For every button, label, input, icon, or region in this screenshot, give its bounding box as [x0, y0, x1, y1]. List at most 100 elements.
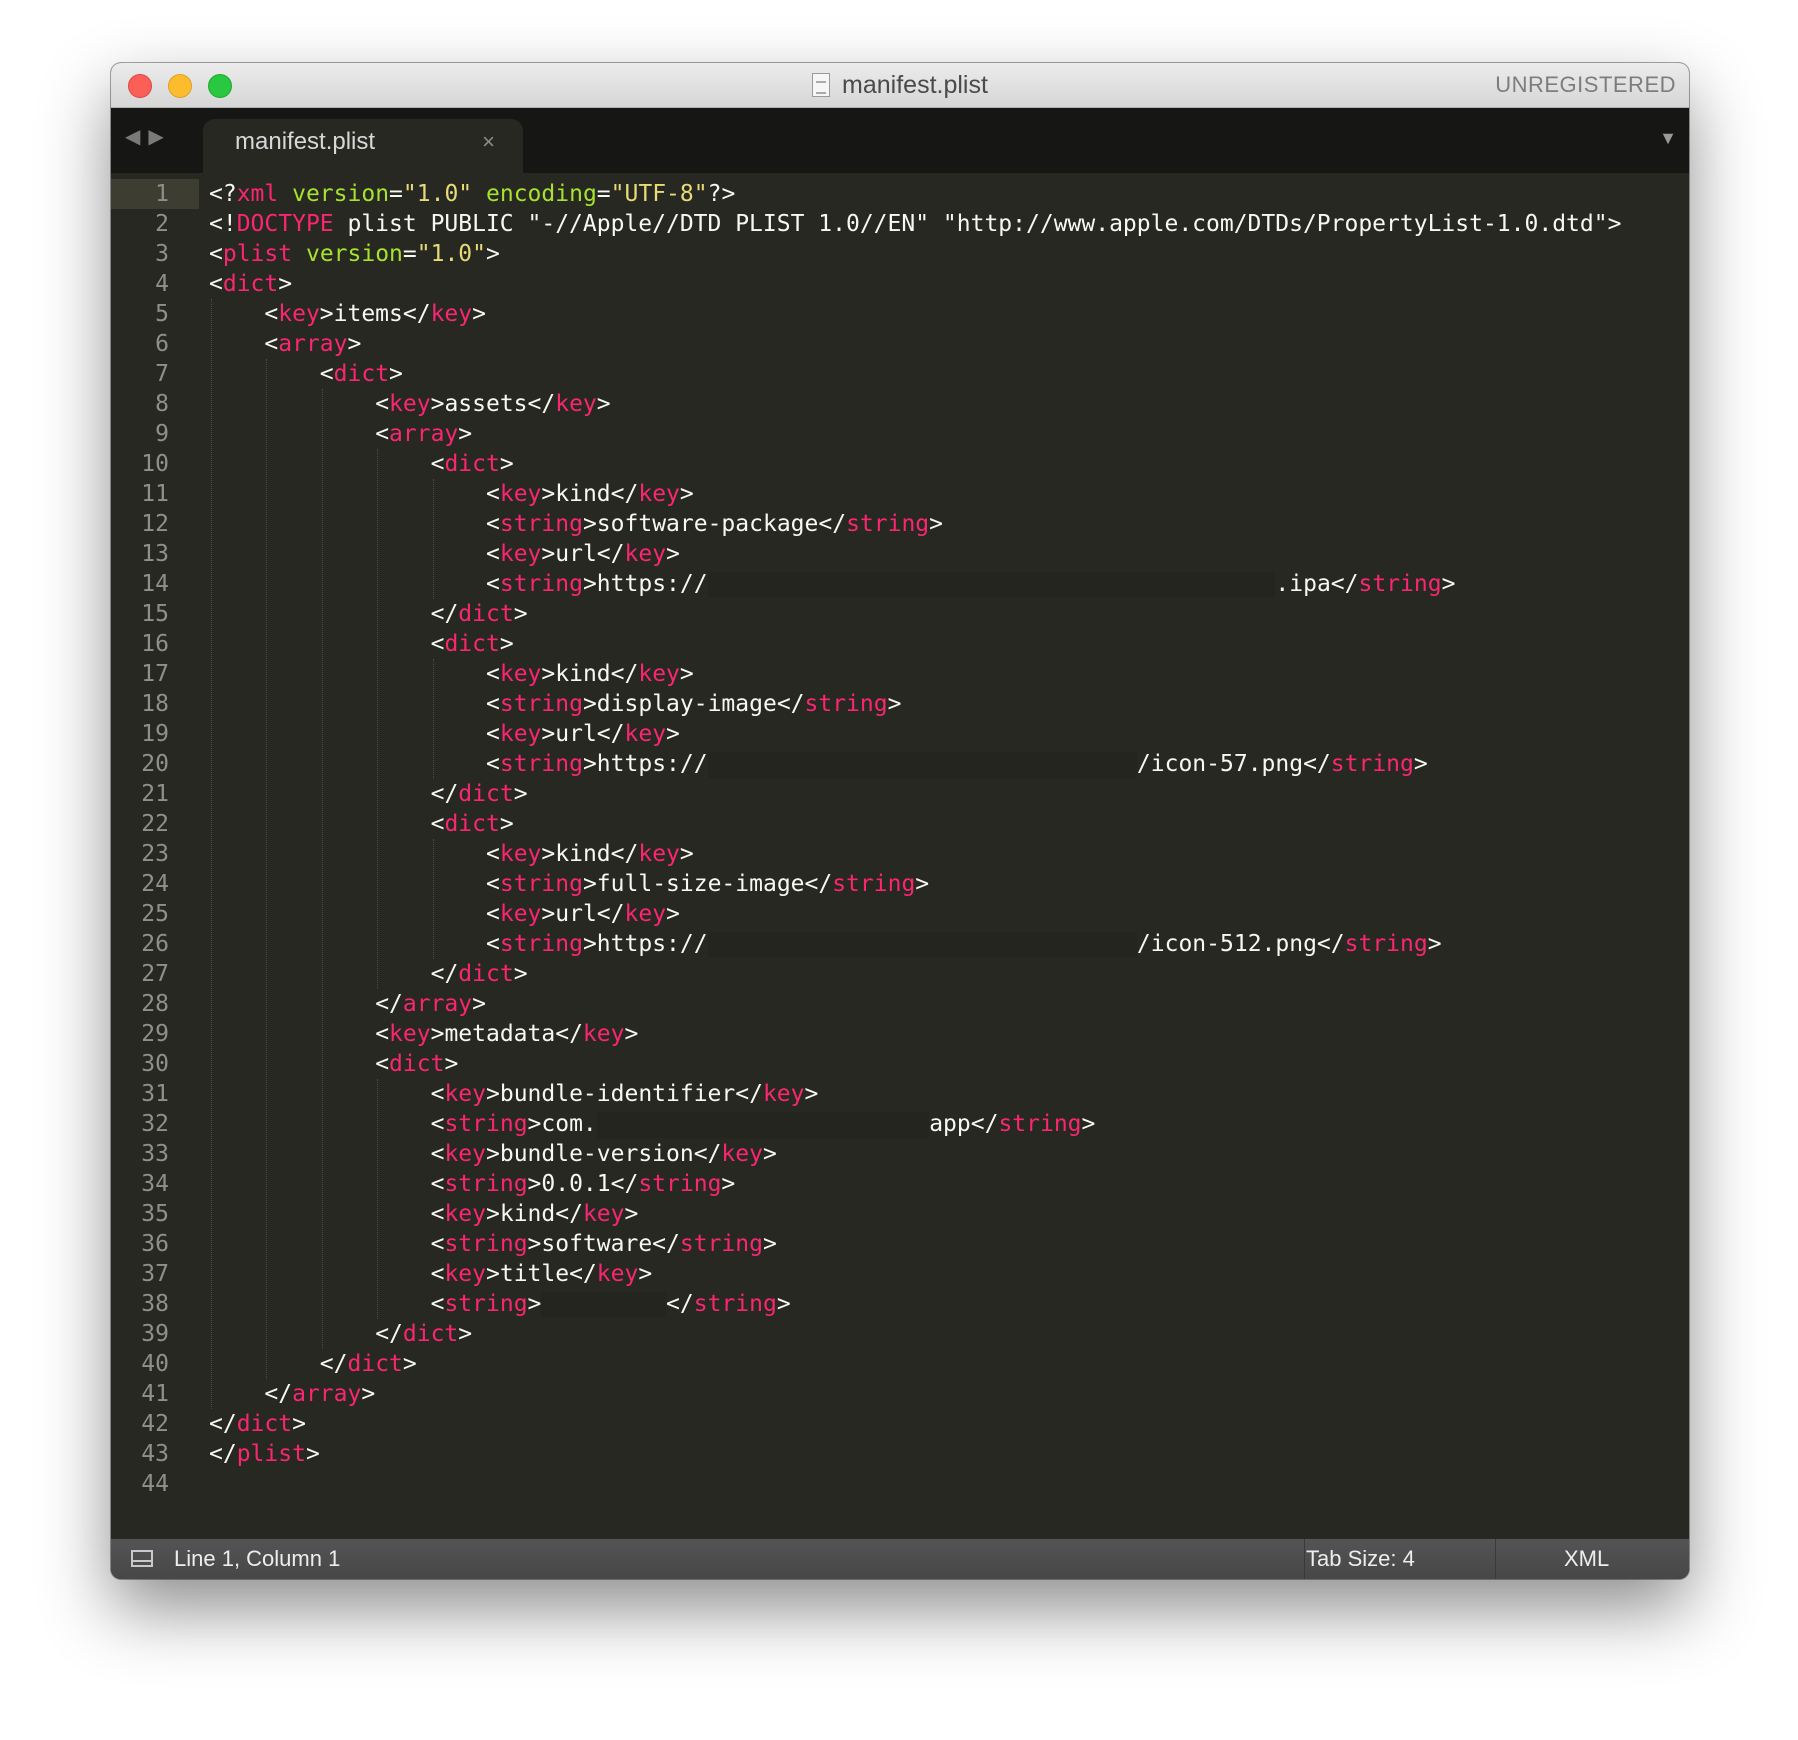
code-line: <key>title</key> — [431, 1259, 653, 1289]
tag-name: string — [499, 691, 583, 717]
code-text: < — [430, 1171, 445, 1197]
code-text: < — [430, 1111, 445, 1137]
tag-name: string — [499, 571, 583, 597]
code-text: > — [804, 1081, 819, 1107]
code-text: > — [472, 301, 486, 327]
tag-name: string — [444, 1111, 528, 1137]
indent-guide — [432, 839, 434, 959]
line-number: 32 — [141, 1111, 169, 1137]
indent-guide — [432, 479, 434, 599]
code-line: <key>kind</key> — [486, 479, 694, 509]
code-text: </ — [430, 601, 459, 627]
code-text: < — [486, 751, 500, 777]
code-text: > — [444, 1051, 459, 1077]
code-text: > — [499, 451, 514, 477]
nav-back-icon[interactable]: ◀ — [125, 126, 148, 148]
code-text: > — [666, 901, 680, 927]
line-number: 27 — [141, 961, 169, 987]
syntax-selector[interactable]: XML — [1564, 1539, 1609, 1579]
code-line: <key>url</key> — [486, 899, 680, 929]
tag-name: key — [499, 841, 542, 867]
line-number: 37 — [141, 1261, 169, 1287]
code-text: > — [458, 1321, 473, 1347]
tag-name: key — [444, 1201, 486, 1227]
document-icon — [812, 73, 831, 97]
code-line: <dict> — [320, 359, 403, 389]
code-text: </ — [209, 1441, 237, 1467]
code-text: < — [375, 1051, 390, 1077]
code-line: <key>bundle-identifier</key> — [431, 1079, 819, 1109]
code-line: <key>bundle-version</key> — [431, 1139, 777, 1169]
code-line: <key>items</key> — [264, 299, 486, 329]
tag-name: string — [499, 511, 583, 537]
code-text: > — [305, 1441, 320, 1467]
code-text: > — [458, 421, 473, 447]
code-text: >https:// — [582, 571, 708, 597]
line-number: 16 — [141, 631, 169, 657]
line-number: 2 — [155, 211, 169, 237]
code-line: </dict> — [320, 1349, 417, 1379]
code-text: </ — [430, 961, 459, 987]
code-editor[interactable]: 1 2 3 4 5 6 7 8 9 10 11 12 13 14 15 16 17 18 19 20 21 22 23 24 2… — [111, 173, 1689, 1538]
redacted-text — [541, 1291, 667, 1318]
code-text: < — [430, 1081, 445, 1107]
code-line: </plist> — [209, 1439, 320, 1469]
code-line: <key>assets</key> — [375, 389, 610, 419]
code-text: >software-package</ — [582, 511, 847, 537]
nav-forward-icon[interactable]: ▶ — [148, 126, 171, 148]
code-text: > — [762, 1231, 777, 1257]
tag-name: key — [499, 541, 542, 567]
attribute-name: version — [292, 181, 390, 207]
tag-name: string — [444, 1291, 528, 1317]
cursor-position: Line 1, Column 1 — [174, 1546, 341, 1571]
tag-name: key — [582, 1201, 625, 1227]
tab-manifest-plist[interactable]: manifest.plist × — [203, 119, 523, 173]
tag-name: string — [998, 1111, 1082, 1137]
line-number: 3 — [155, 241, 169, 267]
line-number-gutter: 1 2 3 4 5 6 7 8 9 10 11 12 13 14 15 16 17 18 19 20 21 22 23 24 2… — [111, 173, 199, 1538]
code-text: </ — [430, 781, 459, 807]
code-text: >url</ — [541, 541, 625, 567]
line-number: 12 — [141, 511, 169, 537]
tab-list-dropdown-icon[interactable]: ▼ — [1659, 128, 1677, 149]
tag-name: key — [638, 661, 680, 687]
tag-name: array — [292, 1381, 362, 1407]
close-tab-icon[interactable]: × — [482, 119, 495, 165]
tag-name: key — [638, 481, 680, 507]
line-number: 39 — [141, 1321, 169, 1347]
code-text: /icon-57.png</ — [1136, 751, 1331, 777]
tab-size-selector[interactable]: Tab Size: 4 — [1306, 1539, 1415, 1579]
code-line: </array> — [264, 1379, 375, 1409]
code-line: <dict> — [209, 269, 292, 299]
code-text: > — [1413, 751, 1428, 777]
tag-name: array — [389, 421, 459, 447]
line-number: 25 — [141, 901, 169, 927]
code-text: < — [486, 721, 500, 747]
code-text: > — [762, 1141, 777, 1167]
tab-label: manifest.plist — [235, 128, 376, 155]
line-number: 20 — [141, 751, 169, 777]
code-text: < — [209, 271, 223, 297]
tag-name: key — [499, 901, 542, 927]
code-text: >url</ — [541, 721, 625, 747]
panel-toggle-icon[interactable] — [131, 1550, 153, 1567]
code-text: < — [486, 481, 500, 507]
code-text: > — [638, 1261, 653, 1287]
code-line: <plist version="1.0"> — [209, 239, 500, 269]
line-number: 40 — [141, 1351, 169, 1377]
code-text: > — [1441, 571, 1456, 597]
code-text: > — [721, 1171, 736, 1197]
line-number: 10 — [141, 451, 169, 477]
line-number: 35 — [141, 1201, 169, 1227]
redacted-text — [707, 571, 1276, 598]
indent-guide — [211, 299, 212, 1409]
string-literal: "UTF-8" — [610, 181, 708, 207]
code-line: <string>https://.ipa</string> — [486, 569, 1455, 599]
code-text: > — [513, 961, 528, 987]
code-text: > — [527, 1291, 542, 1317]
line-number: 13 — [141, 541, 169, 567]
code-text: > — [486, 241, 500, 267]
tag-name: string — [499, 751, 583, 777]
code-text: > — [402, 1351, 417, 1377]
tag-name: key — [721, 1141, 763, 1167]
